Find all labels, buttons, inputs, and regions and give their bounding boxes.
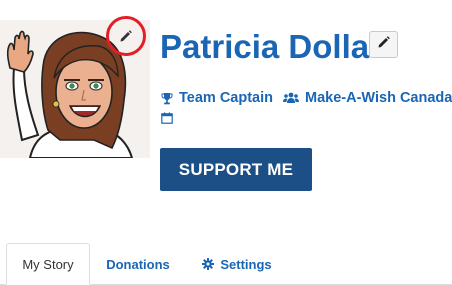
profile-name: Patricia Dolla: [160, 28, 370, 65]
calendar-icon: [161, 111, 173, 129]
role-badge: Team Captain: [161, 90, 273, 106]
tab-label: My Story: [22, 256, 74, 272]
pencil-icon: [377, 35, 391, 54]
tab-donations[interactable]: Donations: [98, 243, 178, 285]
tab-settings[interactable]: Settings: [192, 243, 282, 285]
support-me-button[interactable]: SUPPORT ME: [160, 148, 312, 191]
role-text: Team Captain: [179, 90, 274, 106]
date-row: [161, 111, 173, 129]
organization-text: Make-A-Wish Canada: [305, 90, 452, 106]
profile-page: Patricia Dolla Team Captain Make-A-Wish …: [0, 0, 452, 285]
profile-meta: Team Captain Make-A-Wish Canada: [161, 90, 452, 106]
avatar-edit-button[interactable]: [106, 16, 146, 56]
organization-link[interactable]: Make-A-Wish Canada: [283, 90, 452, 106]
tab-label: Donations: [106, 256, 170, 272]
tab-my-story[interactable]: My Story: [6, 243, 90, 285]
name-edit-button[interactable]: [369, 31, 398, 58]
pencil-icon: [119, 29, 133, 43]
group-icon: [283, 92, 300, 104]
trophy-icon: [161, 92, 173, 105]
tab-label: Settings: [220, 256, 272, 272]
gear-icon: [202, 258, 215, 270]
